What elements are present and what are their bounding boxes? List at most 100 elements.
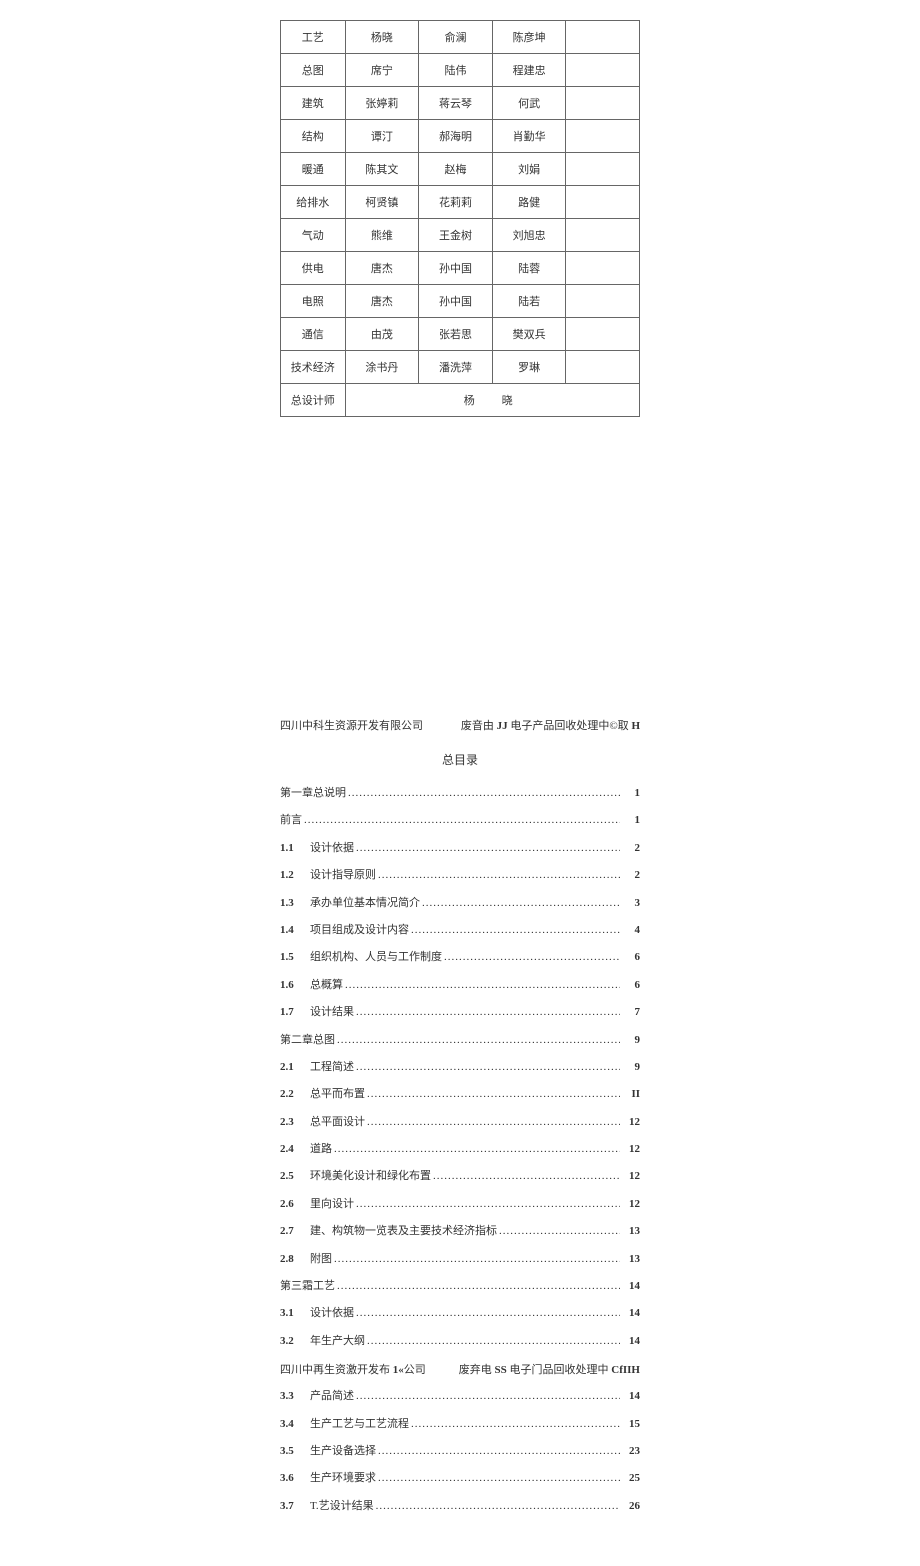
toc-number: 3.2: [280, 1334, 310, 1349]
table-cell: [566, 285, 640, 318]
toc-number: 1.7: [280, 1005, 310, 1020]
toc-dots: ........................................…: [354, 841, 620, 856]
toc-label: 生产工艺与工艺流程: [310, 1417, 409, 1432]
toc-dots: ........................................…: [431, 1169, 620, 1184]
toc-number: 3.6: [280, 1471, 310, 1486]
toc-item-line: 3.4生产工艺与工艺流程............................…: [280, 1417, 640, 1432]
toc-item-line: 1.3承办单位基本情况简介...........................…: [280, 896, 640, 911]
toc-page: 3: [620, 896, 640, 911]
toc-label: 总平面设计: [310, 1115, 365, 1130]
table-cell: 唐杰: [345, 285, 419, 318]
toc-item-line: 3.3产品简述.................................…: [280, 1389, 640, 1404]
table-cell: [566, 120, 640, 153]
toc-number: 3.1: [280, 1306, 310, 1321]
toc-label: 组织机构、人员与工作制度: [310, 950, 442, 965]
toc-label: 环境美化设计和绿化布置: [310, 1169, 431, 1184]
table-row: 暖通陈其文赵梅刘娟: [281, 153, 640, 186]
toc-dots: ........................................…: [376, 1471, 620, 1486]
toc-page: 13: [620, 1224, 640, 1239]
table-cell: 陆蓉: [492, 252, 566, 285]
table-cell: 程建忠: [492, 54, 566, 87]
toc-item-line: 3.7T.艺设计结果..............................…: [280, 1499, 640, 1514]
toc-label: 设计依据: [310, 841, 354, 856]
toc-page: 1: [620, 813, 640, 828]
toc-dots: ........................................…: [374, 1499, 620, 1514]
header-right: 废音由 JJ 电子产品回收处理中©取 H: [461, 717, 640, 733]
table-cell: 唐杰: [345, 252, 419, 285]
table-row: 工艺杨晓俞澜陈彦坤: [281, 21, 640, 54]
toc-number: 3.5: [280, 1444, 310, 1459]
toc-page: 13: [620, 1252, 640, 1267]
toc-item-line: 2.8附图...................................…: [280, 1252, 640, 1267]
table-cell: [566, 351, 640, 384]
table-cell: 刘娟: [492, 153, 566, 186]
table-row: 技术经济涂书丹潘洗萍罗琳: [281, 351, 640, 384]
table-row: 给排水柯贤镇花莉莉路健: [281, 186, 640, 219]
toc-number: 1.2: [280, 868, 310, 883]
toc-page: 23: [620, 1444, 640, 1459]
toc-number: 3.3: [280, 1389, 310, 1404]
toc-page: 14: [620, 1389, 640, 1404]
staff-table: 工艺杨晓俞澜陈彦坤总图席宁陆伟程建忠建筑张婷莉蒋云琴何武结构谭汀郝海明肖勤华暖通…: [280, 20, 640, 417]
toc-number: 2.5: [280, 1169, 310, 1184]
toc-page: 14: [620, 1334, 640, 1349]
toc-label: 总概算: [310, 978, 343, 993]
toc-number: 2.2: [280, 1087, 310, 1102]
toc-dots: ........................................…: [442, 950, 620, 965]
toc-page: 12: [620, 1142, 640, 1157]
toc-dots: ........................................…: [335, 1279, 620, 1294]
table-cell: 王金树: [419, 219, 493, 252]
table-cell: 俞澜: [419, 21, 493, 54]
table-cell: 蒋云琴: [419, 87, 493, 120]
toc-dots: ........................................…: [365, 1087, 620, 1102]
toc-page: 9: [620, 1033, 640, 1048]
table-cell: 郝海明: [419, 120, 493, 153]
table-row: 总设计师杨 晓: [281, 384, 640, 417]
toc-title: 总目录: [280, 751, 640, 768]
table-cell: [566, 54, 640, 87]
table-cell: [566, 21, 640, 54]
table-row: 气动熊维王金树刘旭忠: [281, 219, 640, 252]
header-left: 四川中科生资源开发有限公司: [280, 717, 423, 733]
toc-page: 6: [620, 978, 640, 993]
header2-left: 四川中再生资激开发布 1«公司: [280, 1361, 426, 1377]
toc-number: 2.8: [280, 1252, 310, 1267]
table-cell: 谭汀: [345, 120, 419, 153]
toc-item-line: 1.6总概算..................................…: [280, 978, 640, 993]
table-cell: 电照: [281, 285, 346, 318]
toc-item-line: 2.6里向设计.................................…: [280, 1197, 640, 1212]
toc-label: 工程简述: [310, 1060, 354, 1075]
toc-item-line: 2.1工程简述.................................…: [280, 1060, 640, 1075]
toc-number: 1.1: [280, 841, 310, 856]
table-cell: 赵梅: [419, 153, 493, 186]
table-cell: 张若思: [419, 318, 493, 351]
toc-label: 道路: [310, 1142, 332, 1157]
toc-dots: ........................................…: [376, 868, 620, 883]
table-cell: 柯贤镇: [345, 186, 419, 219]
toc-dots: ........................................…: [346, 786, 620, 801]
toc-number: 3.4: [280, 1417, 310, 1432]
toc-item-line: 1.4项目组成及设计内容............................…: [280, 923, 640, 938]
table-cell: 陈彦坤: [492, 21, 566, 54]
table-cell: 路健: [492, 186, 566, 219]
toc-label: 第一章总说明: [280, 786, 346, 801]
toc-label: 设计结果: [310, 1005, 354, 1020]
table-cell: 花莉莉: [419, 186, 493, 219]
toc-dots: ........................................…: [332, 1252, 620, 1267]
table-cell: 孙中国: [419, 252, 493, 285]
toc-label: 建、构筑物一览表及主要技术经济指标: [310, 1224, 497, 1239]
toc-page: 9: [620, 1060, 640, 1075]
toc-number: 2.1: [280, 1060, 310, 1075]
table-cell: 刘旭忠: [492, 219, 566, 252]
toc-page: 12: [620, 1115, 640, 1130]
toc-label: 产品简述: [310, 1389, 354, 1404]
toc-dots: ........................................…: [409, 1417, 620, 1432]
toc-label: 里向设计: [310, 1197, 354, 1212]
toc-page: 12: [620, 1197, 640, 1212]
table-cell: [566, 153, 640, 186]
toc-item-line: 2.3总平面设计................................…: [280, 1115, 640, 1130]
table-row: 供电唐杰孙中国陆蓉: [281, 252, 640, 285]
toc-dots: ........................................…: [332, 1142, 620, 1157]
toc-page: 4: [620, 923, 640, 938]
header2-right: 废弃电 SS 电子门品回收处理中 CfIIH: [459, 1361, 640, 1377]
